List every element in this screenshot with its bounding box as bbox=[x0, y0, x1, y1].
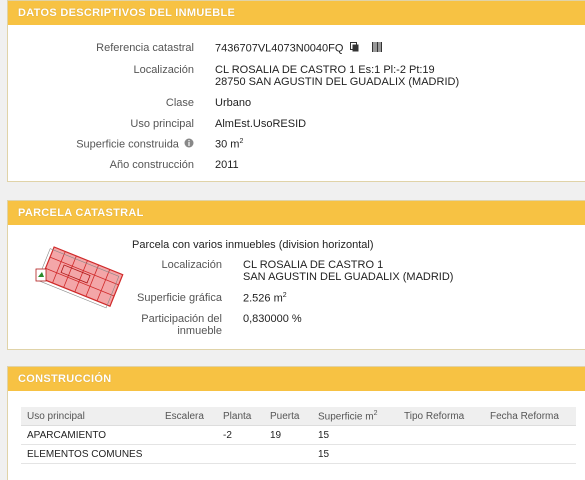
col-puerta: Puerta bbox=[264, 407, 312, 426]
sup-unit-exp: 2 bbox=[239, 138, 244, 145]
loc-line1: CL ROSALIA DE CASTRO 1 Es:1 Pl:-2 Pt:19 bbox=[215, 64, 435, 76]
construccion-table: Uso principal Escalera Planta Puerta Sup… bbox=[21, 407, 576, 464]
cell-superficie: 15 bbox=[312, 444, 398, 464]
parcela-sup-text: 2.526 m bbox=[243, 292, 283, 305]
construccion-title: CONSTRUCCIÓN bbox=[8, 367, 585, 391]
uso-label: Uso principal bbox=[130, 118, 194, 130]
datos-title: DATOS DESCRIPTIVOS DEL INMUEBLE bbox=[8, 1, 585, 25]
sup-value-text: 30 m bbox=[215, 138, 240, 151]
sup-value: 30 m2 bbox=[215, 138, 243, 151]
part-label-2: inmueble bbox=[177, 325, 222, 337]
barcode-icon[interactable] bbox=[371, 42, 382, 55]
cell-fecha bbox=[484, 444, 576, 464]
sup-label-text: Superficie construida bbox=[76, 138, 179, 151]
col-superficie-exp: 2 bbox=[373, 409, 378, 417]
col-uso: Uso principal bbox=[21, 407, 159, 426]
construccion-panel: CONSTRUCCIÓN Uso principal Escalera Plan… bbox=[7, 366, 585, 480]
cell-superficie: 15 bbox=[312, 425, 398, 445]
parcela-title: PARCELA CATASTRAL bbox=[8, 201, 585, 225]
table-header-row: Uso principal Escalera Planta Puerta Sup… bbox=[21, 407, 576, 426]
part-label-1: Participación del bbox=[141, 313, 222, 325]
datos-panel: DATOS DESCRIPTIVOS DEL INMUEBLE Referenc… bbox=[7, 0, 585, 182]
col-tipo: Tipo Reforma bbox=[398, 407, 484, 426]
cell-uso: APARCAMIENTO bbox=[21, 425, 159, 445]
cell-fecha bbox=[484, 425, 576, 445]
anio-label: Año construcción bbox=[109, 159, 194, 171]
parcela-loc-line2: SAN AGUSTIN DEL GUADALIX (MADRID) bbox=[243, 271, 454, 283]
anio-value: 2011 bbox=[215, 159, 239, 171]
col-fecha: Fecha Reforma bbox=[484, 407, 576, 426]
table-row: ELEMENTOS COMUNES 15 bbox=[21, 444, 576, 464]
uso-value: AlmEst.UsoRESID bbox=[215, 118, 307, 130]
clase-value: Urbano bbox=[215, 97, 252, 109]
sup-label: Superficie construida bbox=[54, 138, 194, 151]
parcela-sup-exp: 2 bbox=[282, 292, 287, 299]
cell-escalera bbox=[159, 425, 217, 445]
cell-puerta bbox=[264, 444, 312, 464]
col-superficie-text: Superficie m bbox=[318, 411, 374, 423]
parcela-desc: Parcela con varios inmuebles (division h… bbox=[132, 239, 374, 251]
ref-text: 7436707VL4073N0040FQ bbox=[215, 42, 344, 55]
parcela-panel: PARCELA CATASTRAL Parcela con varios inm… bbox=[7, 200, 585, 350]
cell-planta bbox=[217, 444, 264, 464]
col-escalera: Escalera bbox=[159, 407, 217, 426]
ref-label: Referencia catastral bbox=[96, 42, 194, 54]
loc-label: Localización bbox=[133, 64, 194, 76]
col-planta: Planta bbox=[217, 407, 264, 426]
copy-icon[interactable] bbox=[349, 42, 359, 55]
cell-tipo bbox=[398, 425, 484, 445]
parcela-sup-value: 2.526 m2 bbox=[243, 292, 287, 305]
cell-escalera bbox=[159, 444, 217, 464]
ref-value: 7436707VL4073N0040FQ bbox=[215, 42, 382, 55]
parcela-loc-line1: CL ROSALIA DE CASTRO 1 bbox=[243, 259, 384, 271]
clase-label: Clase bbox=[165, 97, 194, 109]
parcela-sup-label: Superficie gráfica bbox=[137, 292, 222, 304]
cell-planta: -2 bbox=[217, 425, 264, 445]
col-superficie: Superficie m2 bbox=[312, 407, 398, 426]
cell-uso: ELEMENTOS COMUNES bbox=[21, 444, 159, 464]
parcela-loc-label: Localización bbox=[161, 259, 222, 271]
cell-tipo bbox=[398, 444, 484, 464]
cell-puerta: 19 bbox=[264, 425, 312, 445]
parcel-map-thumbnail[interactable] bbox=[30, 239, 130, 319]
loc-line2: 28750 SAN AGUSTIN DEL GUADALIX (MADRID) bbox=[215, 76, 460, 88]
info-icon[interactable] bbox=[184, 138, 194, 151]
part-value: 0,830000 % bbox=[243, 313, 302, 325]
table-row: APARCAMIENTO -2 19 15 bbox=[21, 425, 576, 445]
